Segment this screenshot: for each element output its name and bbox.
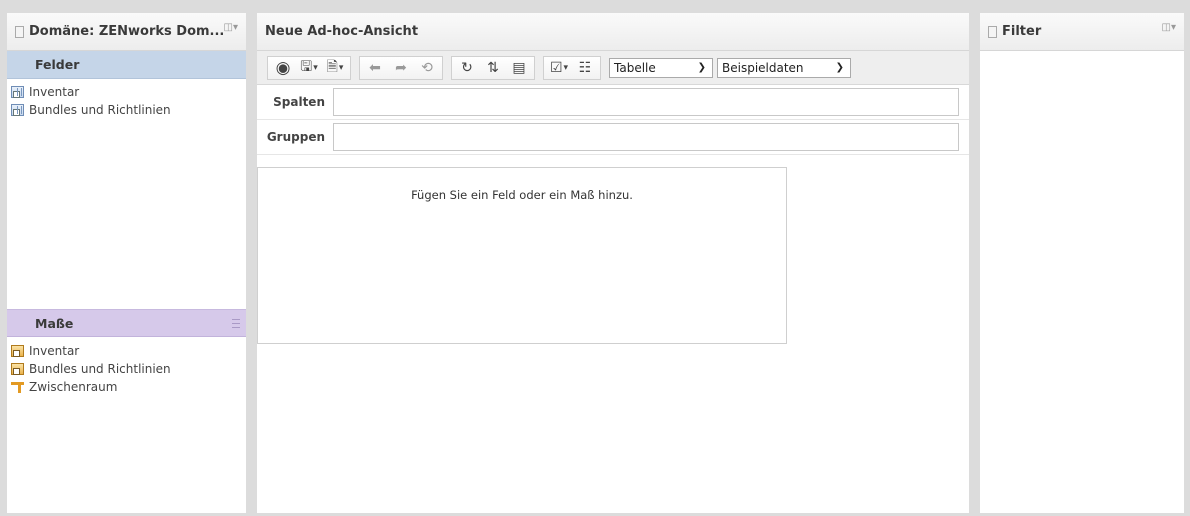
tree-item-inventar[interactable]: Inventar bbox=[7, 83, 246, 101]
view-title: Neue Ad-hoc-Ansicht bbox=[265, 24, 419, 39]
measure-item-zwischenraum[interactable]: Zwischenraum bbox=[7, 378, 246, 396]
data-mode-value: Beispieldaten bbox=[722, 60, 804, 75]
toolbar-group-options: ☑ ▾ ☷ bbox=[543, 55, 601, 80]
filter-title: Filter bbox=[1002, 24, 1042, 39]
chevron-down-icon: ❯ bbox=[835, 62, 844, 73]
tree-item-label: Inventar bbox=[29, 344, 80, 358]
measure-item-bundles[interactable]: Bundles und Richtlinien bbox=[7, 360, 246, 378]
fields-section-header: Felder bbox=[7, 51, 246, 79]
pivot-icon[interactable]: ↻ bbox=[454, 57, 480, 79]
export-icon[interactable]: 🗎 ▾ bbox=[322, 57, 348, 79]
tree-item-label: Inventar bbox=[29, 85, 80, 99]
groups-row: Gruppen bbox=[257, 120, 969, 155]
filter-panel-header: Filter ◫▾ bbox=[980, 13, 1184, 51]
panel-menu-icon[interactable]: ◫▾ bbox=[224, 22, 238, 33]
undo-all-icon[interactable]: ⟲ bbox=[414, 57, 440, 79]
undo-icon[interactable]: ⬅ bbox=[362, 57, 388, 79]
table-blue-icon[interactable] bbox=[11, 86, 24, 98]
domain-title: Domäne: ZENworks Dom... bbox=[29, 24, 225, 39]
tree-item-label: Zwischenraum bbox=[29, 380, 118, 394]
fields-section-label: Felder bbox=[35, 57, 80, 72]
fields-panel-header: Domäne: ZENworks Dom... ◫▾ bbox=[7, 13, 246, 51]
view-canvas[interactable]: Fügen Sie ein Feld oder ein Maß hinzu. bbox=[257, 167, 787, 344]
panel-menu-icon[interactable]: ◫▾ bbox=[1162, 22, 1176, 33]
measure-item-inventar[interactable]: Inventar bbox=[7, 342, 246, 360]
chevron-down-icon: ❯ bbox=[697, 62, 706, 73]
panel-collapse-icon[interactable] bbox=[15, 25, 24, 38]
view-type-select[interactable]: Tabelle ❯ bbox=[609, 57, 713, 78]
columns-drop-zone[interactable] bbox=[333, 88, 959, 116]
adhoc-view-header: Neue Ad-hoc-Ansicht bbox=[257, 13, 969, 51]
fields-panel: Domäne: ZENworks Dom... ◫▾ Felder Invent… bbox=[7, 13, 246, 513]
filter-panel: Filter ◫▾ bbox=[980, 13, 1184, 513]
columns-row: Spalten bbox=[257, 85, 969, 120]
toolbar-group-history: ⬅ ➦ ⟲ bbox=[359, 55, 443, 80]
fields-tree: Inventar Bundles und Richtlinien bbox=[7, 79, 246, 119]
measures-section-header: Maße bbox=[7, 309, 246, 337]
section-menu-icon[interactable] bbox=[232, 319, 240, 328]
adhoc-view-panel: Neue Ad-hoc-Ansicht ◉ 🖫 ▾ 🗎 ▾ ⬅ ➦ ⟲ ↻ ⇅ ▤ … bbox=[257, 13, 969, 513]
columns-label: Spalten bbox=[273, 95, 325, 109]
measures-tree: Inventar Bundles und Richtlinien Zwische… bbox=[7, 338, 246, 396]
layout-icon[interactable]: ▤ bbox=[506, 57, 532, 79]
measures-section-label: Maße bbox=[35, 315, 74, 331]
view-toolbar: ◉ 🖫 ▾ 🗎 ▾ ⬅ ➦ ⟲ ↻ ⇅ ▤ ☑ ▾ ☷ Tabelle ❯ Beisp… bbox=[257, 51, 969, 85]
redo-icon[interactable]: ➦ bbox=[388, 57, 414, 79]
groups-label: Gruppen bbox=[266, 130, 325, 144]
input-controls-icon[interactable]: ☷ bbox=[572, 57, 598, 79]
tree-item-label: Bundles und Richtlinien bbox=[29, 103, 171, 117]
preview-eye-icon[interactable]: ◉ bbox=[270, 57, 296, 79]
tree-item-label: Bundles und Richtlinien bbox=[29, 362, 171, 376]
table-blue-icon[interactable] bbox=[11, 104, 24, 116]
empty-canvas-message: Fügen Sie ein Feld oder ein Maß hinzu. bbox=[411, 188, 633, 202]
options-icon[interactable]: ☑ ▾ bbox=[546, 57, 572, 79]
toolbar-group-file: ◉ 🖫 ▾ 🗎 ▾ bbox=[267, 55, 351, 80]
ruler-icon bbox=[11, 381, 24, 393]
sort-icon[interactable]: ⇅ bbox=[480, 57, 506, 79]
view-type-value: Tabelle bbox=[614, 60, 656, 75]
data-mode-select[interactable]: Beispieldaten ❯ bbox=[717, 57, 851, 78]
save-icon[interactable]: 🖫 ▾ bbox=[296, 57, 322, 79]
toolbar-group-layout: ↻ ⇅ ▤ bbox=[451, 55, 535, 80]
table-gold-icon[interactable] bbox=[11, 363, 24, 375]
tree-item-bundles[interactable]: Bundles und Richtlinien bbox=[7, 101, 246, 119]
table-gold-icon[interactable] bbox=[11, 345, 24, 357]
panel-collapse-icon[interactable] bbox=[988, 25, 997, 38]
groups-drop-zone[interactable] bbox=[333, 123, 959, 151]
